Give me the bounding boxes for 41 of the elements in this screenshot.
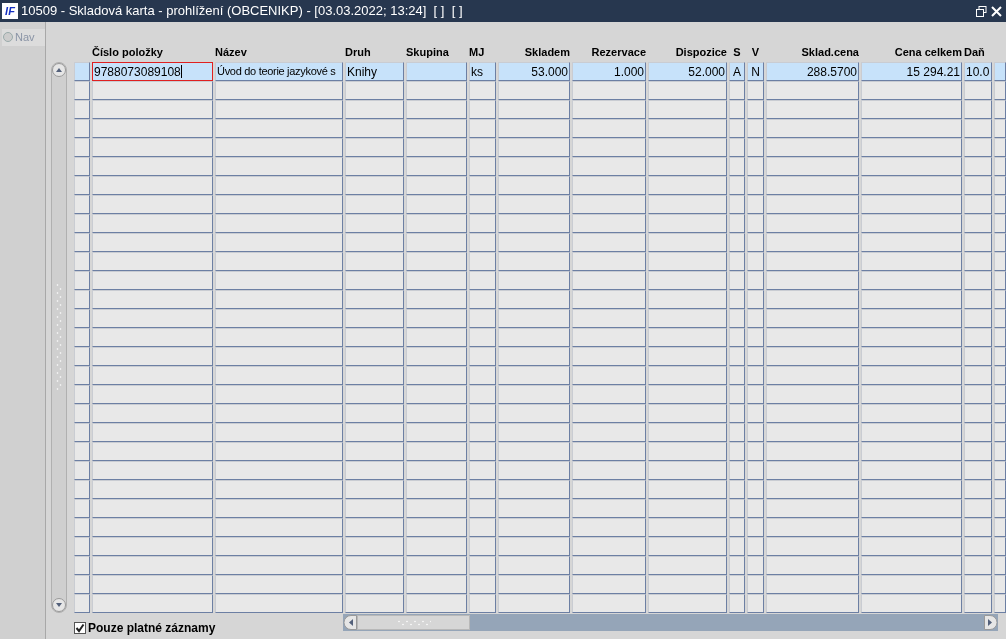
checkmark-icon: [75, 623, 85, 633]
table-cell[interactable]: 1.000: [572, 62, 646, 81]
table-cell[interactable]: 53.000: [498, 62, 570, 81]
column-header: Rezervace: [590, 45, 646, 60]
scroll-thumb[interactable]: [357, 615, 470, 630]
table-cell[interactable]: A: [729, 62, 745, 81]
table-cell[interactable]: 15 294.21: [861, 62, 962, 81]
vertical-scrollbar[interactable]: [51, 62, 67, 613]
scroll-up-icon[interactable]: [52, 63, 66, 77]
restore-icon[interactable]: [976, 5, 987, 17]
column-header: S: [732, 45, 742, 60]
table-cell[interactable]: N: [747, 62, 764, 81]
column-header: Číslo položky: [92, 45, 164, 60]
scroll-down-icon[interactable]: [52, 598, 66, 612]
valid-records-checkbox[interactable]: Pouze platné záznamy: [74, 614, 343, 637]
close-icon[interactable]: [991, 5, 1002, 17]
table-cell[interactable]: 52.000: [648, 62, 727, 81]
horizontal-scrollbar[interactable]: [343, 614, 998, 631]
table-cell[interactable]: Úvod do teorie jazykové s: [215, 62, 343, 81]
scroll-right-icon[interactable]: [984, 615, 998, 630]
column-header: Skladem: [523, 45, 570, 60]
table-cell[interactable]: Knihy: [345, 62, 404, 81]
scroll-left-icon[interactable]: [343, 615, 357, 630]
scroll-grip-icon[interactable]: [56, 282, 62, 393]
column-header: Druh: [345, 45, 372, 60]
column-header: Skupina: [406, 45, 450, 60]
column-header: V: [750, 45, 761, 60]
column-header: Cena celkem: [893, 45, 962, 60]
column-header: Sklad.cena: [800, 45, 859, 60]
window-title: 10509 - Skladová karta - prohlížení (OBCENIKP) - [03.03.2022; 13:24] [ ] [ ]: [21, 2, 463, 21]
column-header: Dispozice: [674, 45, 727, 60]
table-cell[interactable]: ks: [469, 62, 496, 81]
app-logo: IF: [2, 3, 18, 19]
table-cell[interactable]: 10.0: [964, 62, 992, 81]
text-cursor: [180, 65, 182, 78]
column-header: MJ: [469, 45, 486, 60]
scroll-grip-icon[interactable]: [396, 619, 431, 626]
column-header: Daň: [964, 45, 986, 60]
table-cell[interactable]: 9788073089108: [92, 62, 213, 81]
table-cell[interactable]: 288.5700: [766, 62, 859, 81]
column-header: Název: [215, 45, 248, 60]
